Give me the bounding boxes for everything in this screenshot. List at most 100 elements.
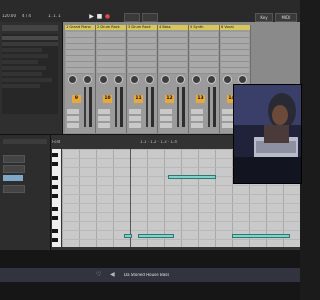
activator-button[interactable] xyxy=(98,109,110,114)
clip-name-label: Da Stoned House Bass xyxy=(124,273,170,277)
midi-map-button[interactable]: MIDI xyxy=(275,13,297,22)
mixer-track[interactable]: 5 Synth 13 xyxy=(189,25,220,133)
solo-button[interactable] xyxy=(160,116,172,121)
browser-list[interactable] xyxy=(2,34,58,114)
arm-button[interactable] xyxy=(129,123,141,128)
send-knob[interactable] xyxy=(161,75,170,84)
pan-knob[interactable] xyxy=(207,75,216,84)
solo-button[interactable] xyxy=(129,116,141,121)
pan-knob[interactable] xyxy=(114,75,123,84)
clip-slot[interactable] xyxy=(221,68,249,74)
track-title[interactable]: 3 Drum Rack xyxy=(127,25,157,30)
mixer-track[interactable]: 2 Drum Rack 10 xyxy=(96,25,127,133)
clip-slot[interactable] xyxy=(190,68,218,74)
activator-button[interactable] xyxy=(191,109,203,114)
track-number[interactable]: 9 xyxy=(72,95,81,103)
key-map-button[interactable]: Key xyxy=(255,13,273,22)
grid-line xyxy=(113,149,114,247)
arm-button[interactable] xyxy=(98,123,110,128)
time-signature[interactable]: 4 / 4 xyxy=(22,14,31,18)
grid-line xyxy=(164,149,165,247)
mixer-track[interactable]: 1 Grand Piano 9 xyxy=(65,25,96,133)
punch-button[interactable] xyxy=(142,13,158,22)
solo-button[interactable] xyxy=(98,116,110,121)
mixer-track[interactable]: 3 Drum Rack 11 xyxy=(127,25,158,133)
grid-row xyxy=(62,239,300,240)
volume-fader[interactable] xyxy=(84,87,86,127)
black-key[interactable] xyxy=(52,229,58,234)
grid-row xyxy=(62,185,300,186)
grid-row xyxy=(62,230,300,231)
arm-button[interactable] xyxy=(160,123,172,128)
midi-note[interactable] xyxy=(124,234,132,238)
loop-toggle[interactable] xyxy=(3,175,23,181)
pan-knob[interactable] xyxy=(83,75,92,84)
solo-button[interactable] xyxy=(191,116,203,121)
play-icon[interactable]: ▶ xyxy=(88,13,95,20)
black-key[interactable] xyxy=(52,206,58,211)
track-number[interactable]: 10 xyxy=(103,95,112,103)
pan-knob[interactable] xyxy=(238,75,247,84)
arm-button[interactable] xyxy=(67,123,79,128)
track-title[interactable]: 2 Drum Rack xyxy=(96,25,126,30)
black-key[interactable] xyxy=(52,153,58,158)
solo-button[interactable] xyxy=(67,116,79,121)
level-meter xyxy=(213,87,216,127)
grid-line xyxy=(181,149,182,247)
grid-row xyxy=(62,194,300,195)
midi-note[interactable] xyxy=(232,234,290,238)
arm-button[interactable] xyxy=(191,123,203,128)
track-number[interactable]: 13 xyxy=(196,95,205,103)
clip-slot[interactable] xyxy=(128,68,156,74)
black-key[interactable] xyxy=(52,162,58,167)
loop-button[interactable] xyxy=(124,13,140,22)
pan-knob[interactable] xyxy=(145,75,154,84)
track-title[interactable]: 6 Vocal xyxy=(220,25,250,30)
browser-panel xyxy=(0,22,63,134)
clip-slot[interactable] xyxy=(159,68,187,74)
level-meter xyxy=(151,87,154,127)
clip-slot[interactable] xyxy=(66,68,94,74)
mixer-track[interactable]: 4 Bass 12 xyxy=(158,25,189,133)
grid-line xyxy=(198,149,199,247)
activator-button[interactable] xyxy=(67,109,79,114)
midi-note[interactable] xyxy=(138,234,174,238)
fold-button[interactable]: Fold xyxy=(52,140,60,144)
activator-button[interactable] xyxy=(129,109,141,114)
black-key[interactable] xyxy=(52,238,58,242)
bpm-display[interactable]: 120.00 xyxy=(2,14,16,18)
send-knob[interactable] xyxy=(130,75,139,84)
track-number[interactable]: 11 xyxy=(134,95,143,103)
black-key[interactable] xyxy=(52,175,58,180)
piano-keyboard[interactable] xyxy=(52,149,61,247)
search-input[interactable] xyxy=(2,25,58,31)
grid-line xyxy=(96,149,97,247)
pan-knob[interactable] xyxy=(176,75,185,84)
send-knob[interactable] xyxy=(223,75,232,84)
song-position[interactable]: 1. 1. 1 xyxy=(48,14,61,18)
heart-icon[interactable]: ♡ xyxy=(96,272,102,278)
clip-slot[interactable] xyxy=(97,68,125,74)
black-key[interactable] xyxy=(52,193,58,198)
grid-row xyxy=(62,212,300,213)
send-knob[interactable] xyxy=(68,75,77,84)
volume-fader[interactable] xyxy=(208,87,210,127)
track-title[interactable]: 1 Grand Piano xyxy=(65,25,95,30)
time-ruler: 1.1 · 1.2 · 1.3 · 1.4 xyxy=(140,140,177,144)
send-knob[interactable] xyxy=(192,75,201,84)
record-icon[interactable]: ● xyxy=(104,13,111,20)
volume-fader[interactable] xyxy=(146,87,148,127)
volume-fader[interactable] xyxy=(177,87,179,127)
volume-fader[interactable] xyxy=(115,87,117,127)
playhead xyxy=(130,149,131,247)
black-key[interactable] xyxy=(52,184,58,189)
track-number[interactable]: 12 xyxy=(165,95,174,103)
stop-icon[interactable]: ■ xyxy=(96,13,103,20)
speaker-icon[interactable]: ◀ xyxy=(110,272,116,278)
send-knob[interactable] xyxy=(99,75,108,84)
black-key[interactable] xyxy=(52,215,58,220)
midi-note[interactable] xyxy=(168,175,216,179)
track-title[interactable]: 4 Bass xyxy=(158,25,188,30)
track-title[interactable]: 5 Synth xyxy=(189,25,219,30)
activator-button[interactable] xyxy=(160,109,172,114)
